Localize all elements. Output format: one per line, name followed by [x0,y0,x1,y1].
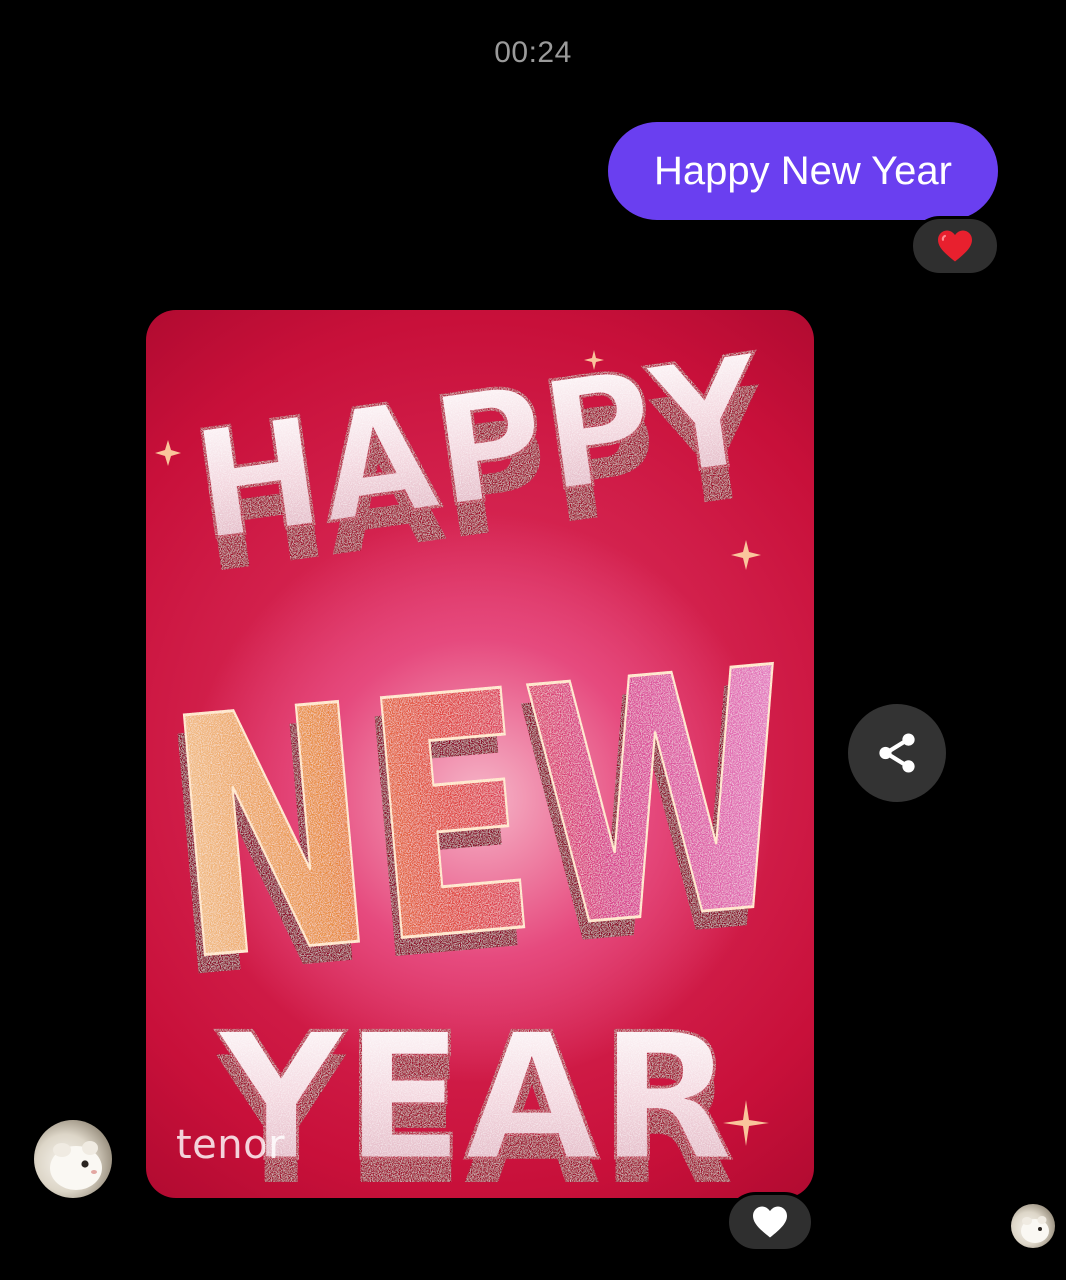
share-icon [879,733,915,773]
sender-avatar[interactable] [34,1120,112,1198]
cat-read-receipt-image [1021,1216,1049,1243]
svg-text:NEW: NEW [157,598,808,1035]
conversation-timestamp: 00:24 [494,36,572,69]
read-receipt-avatar [1011,1204,1055,1248]
outgoing-message-reaction[interactable] [910,216,1000,276]
incoming-gif-reaction[interactable] [726,1192,814,1252]
share-button[interactable] [848,704,946,802]
outgoing-message-bubble[interactable]: Happy New Year [608,122,998,220]
cat-avatar-image [50,1141,102,1190]
incoming-gif-message[interactable]: HAPPY HAPPY NEW NEW YEAR YEAR tenor [146,310,814,1198]
red-heart-icon [938,230,972,262]
white-heart-icon [753,1206,787,1238]
gif-artwork: HAPPY HAPPY NEW NEW YEAR YEAR [150,321,809,1198]
tenor-watermark: tenor [176,1122,286,1168]
outgoing-message-text: Happy New Year [654,148,952,193]
svg-text:YEAR: YEAR [216,997,734,1198]
